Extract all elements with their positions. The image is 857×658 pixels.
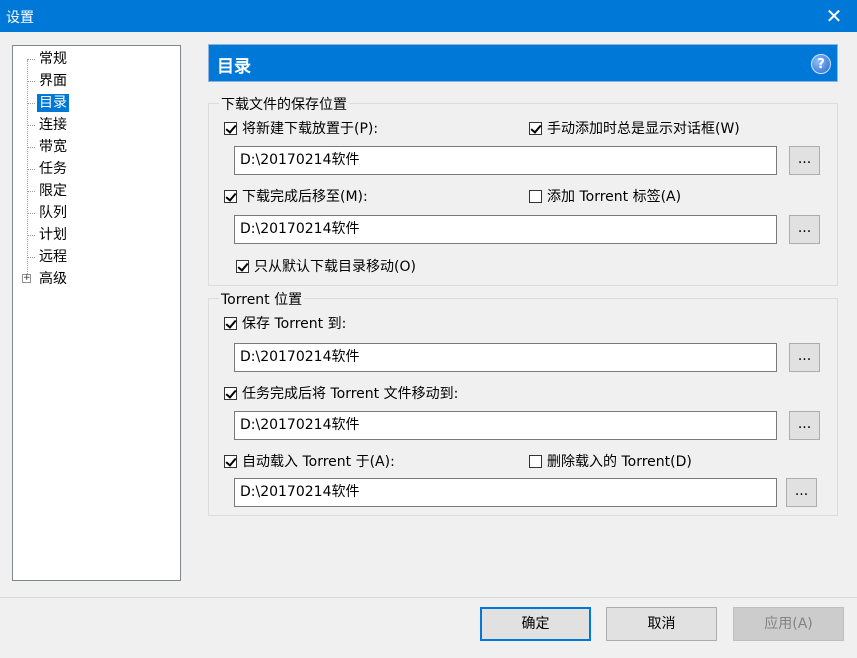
checkbox-box[interactable] <box>529 121 542 135</box>
tree-item-remote[interactable]: 远程 <box>13 247 173 267</box>
ok-button[interactable]: 确定 <box>480 607 591 641</box>
tree-item-label: 限定 <box>39 183 67 199</box>
move-torrent-path-input[interactable]: D:\20170214软件 <box>234 411 777 440</box>
only-from-default-checkbox[interactable]: 只从默认下载目录移动(O) <box>236 256 416 276</box>
checkbox-box[interactable] <box>529 189 542 203</box>
tree-item-queue[interactable]: 队列 <box>13 203 173 223</box>
tree-item-advanced[interactable]: + 高级 <box>13 269 173 289</box>
checkbox-label: 将新建下载放置于(P): <box>242 121 379 137</box>
checkbox-label: 任务完成后将 Torrent 文件移动到: <box>242 386 459 402</box>
tree-item-limits[interactable]: 限定 <box>13 181 173 201</box>
tree-item-label: 远程 <box>39 249 67 265</box>
tree-item-label: 队列 <box>39 205 67 221</box>
browse-button[interactable]: ... <box>789 215 820 244</box>
tree-item-interface[interactable]: 界面 <box>13 71 173 91</box>
tree-item-label: 带宽 <box>39 139 67 155</box>
tree-item-label: 常规 <box>39 51 67 67</box>
show-dialog-checkbox[interactable]: 手动添加时总是显示对话框(W) <box>529 118 740 138</box>
checkbox-box[interactable] <box>236 259 249 273</box>
browse-button[interactable]: ... <box>789 343 820 372</box>
delete-loaded-torrent-checkbox[interactable]: 删除载入的 Torrent(D) <box>529 451 692 471</box>
section-header: 目录 ? <box>208 44 838 82</box>
tree-item-label: 任务 <box>39 161 67 177</box>
tree-item-bandwidth[interactable]: 带宽 <box>13 137 173 157</box>
checkbox-label: 添加 Torrent 标签(A) <box>547 189 682 205</box>
move-completed-path-input[interactable]: D:\20170214软件 <box>234 215 777 244</box>
checkbox-label: 保存 Torrent 到: <box>242 316 347 332</box>
add-torrent-tag-checkbox[interactable]: 添加 Torrent 标签(A) <box>529 186 681 206</box>
checkbox-box[interactable] <box>224 386 237 400</box>
checkbox-label: 自动载入 Torrent 于(A): <box>242 454 395 470</box>
tree-item-tasks[interactable]: 任务 <box>13 159 173 179</box>
tree-item-label: 计划 <box>39 227 67 243</box>
new-download-path-input[interactable]: D:\20170214软件 <box>234 146 777 175</box>
tree-item-schedule[interactable]: 计划 <box>13 225 173 245</box>
tree-item-label: 连接 <box>39 117 67 133</box>
save-torrent-checkbox[interactable]: 保存 Torrent 到: <box>224 313 346 333</box>
apply-button[interactable]: 应用(A) <box>733 607 844 641</box>
torrent-group-title: Torrent 位置 <box>219 289 305 309</box>
checkbox-box[interactable] <box>224 316 237 330</box>
browse-button[interactable]: ... <box>786 478 817 507</box>
tree-item-label: 高级 <box>39 271 67 287</box>
checkbox-box[interactable] <box>224 121 237 135</box>
download-group-title: 下载文件的保存位置 <box>219 94 349 114</box>
cancel-button[interactable]: 取消 <box>606 607 717 641</box>
checkbox-box[interactable] <box>224 189 237 203</box>
section-title: 目录 <box>217 57 251 77</box>
checkbox-label: 下载完成后移至(M): <box>242 189 368 205</box>
autoload-path-input[interactable]: D:\20170214软件 <box>234 478 777 507</box>
browse-button[interactable]: ... <box>789 146 820 175</box>
separator <box>0 597 857 598</box>
checkbox-box[interactable] <box>224 454 237 468</box>
checkbox-label: 删除载入的 Torrent(D) <box>547 454 692 470</box>
tree-item-directories[interactable]: 目录 <box>13 93 173 113</box>
category-tree[interactable]: 常规 界面 目录 连接 带宽 任务 限定 队列 计划 远程 + 高级 <box>12 45 181 581</box>
checkbox-label: 手动添加时总是显示对话框(W) <box>547 121 740 137</box>
window-title: 设置 <box>6 10 34 26</box>
save-torrent-path-input[interactable]: D:\20170214软件 <box>234 343 777 372</box>
help-icon[interactable]: ? <box>811 54 831 74</box>
tree-item-connection[interactable]: 连接 <box>13 115 173 135</box>
tree-item-label: 目录 <box>37 94 69 112</box>
move-completed-checkbox[interactable]: 下载完成后移至(M): <box>224 186 368 206</box>
title-bar: 设置 ✕ <box>0 0 857 32</box>
browse-button[interactable]: ... <box>789 411 820 440</box>
move-torrent-checkbox[interactable]: 任务完成后将 Torrent 文件移动到: <box>224 383 458 403</box>
new-download-location-checkbox[interactable]: 将新建下载放置于(P): <box>224 118 378 138</box>
checkbox-label: 只从默认下载目录移动(O) <box>254 259 416 275</box>
autoload-torrent-checkbox[interactable]: 自动载入 Torrent 于(A): <box>224 451 395 471</box>
tree-item-general[interactable]: 常规 <box>13 49 173 69</box>
tree-item-label: 界面 <box>39 73 67 89</box>
checkbox-box[interactable] <box>529 454 542 468</box>
close-icon[interactable]: ✕ <box>811 0 857 32</box>
expand-plus-icon[interactable]: + <box>22 274 31 283</box>
